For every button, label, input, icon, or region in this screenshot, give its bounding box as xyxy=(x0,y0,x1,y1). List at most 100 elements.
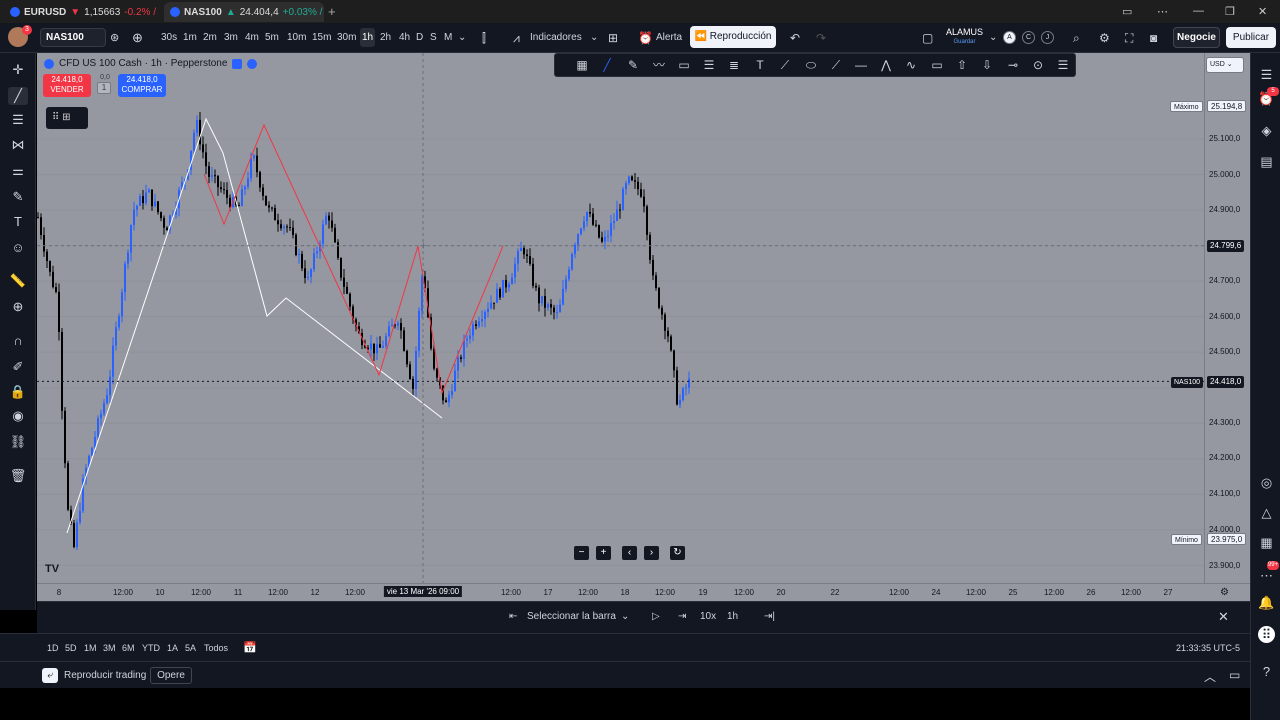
zoom-in-icon[interactable]: ⊕ xyxy=(8,298,28,316)
range-5d[interactable]: 5D xyxy=(65,643,77,653)
range-5a[interactable]: 5A xyxy=(185,643,196,653)
reset-chart-button[interactable]: ↻ xyxy=(670,546,685,560)
time-axis-settings-icon[interactable]: ⚙ xyxy=(1220,587,1229,598)
brush-icon[interactable]: ✎ xyxy=(8,188,28,206)
replay-speed[interactable]: 10x xyxy=(700,611,716,622)
clock-display[interactable]: 21:33:35 UTC-5 xyxy=(1176,643,1240,653)
curve-tool-icon[interactable]: ∿ xyxy=(902,57,920,73)
timeframe-1h[interactable]: 1h xyxy=(360,28,376,47)
crosshair-icon[interactable]: ✛ xyxy=(8,61,28,79)
minimize-icon[interactable]: — xyxy=(1193,5,1204,17)
timeframe-3m[interactable]: 3m xyxy=(222,28,240,47)
replay-indicator-icon[interactable] xyxy=(247,58,258,69)
select-bar-dropdown-icon[interactable]: ⌄ xyxy=(621,611,629,622)
quantity-field[interactable]: 1 xyxy=(97,82,111,94)
chat-icon[interactable]: ▤ xyxy=(1258,153,1275,170)
ray-tool-icon[interactable]: ⟋ xyxy=(776,57,794,73)
apps-grid-icon[interactable]: ⠿ xyxy=(1258,626,1275,643)
trade-button[interactable]: Negocie xyxy=(1173,27,1220,48)
eye-icon[interactable]: ◉ xyxy=(8,407,28,425)
text-tool-icon[interactable]: T xyxy=(751,57,769,73)
timeframe-s[interactable]: S xyxy=(428,28,439,47)
indicators-button[interactable]: Indicadores xyxy=(530,29,582,47)
range-6m[interactable]: 6M xyxy=(122,643,135,653)
timeframe-2m[interactable]: 2m xyxy=(201,28,219,47)
user-circle-a[interactable]: A xyxy=(1003,31,1016,44)
stay-drawing-icon[interactable]: ✐ xyxy=(8,358,28,376)
timeframe-d[interactable]: D xyxy=(414,28,425,47)
publish-button[interactable]: Publicar xyxy=(1226,27,1276,48)
alert-button[interactable]: Alerta xyxy=(656,29,682,47)
zigzag-white-line[interactable] xyxy=(66,117,443,534)
candlestick-chart[interactable]: + xyxy=(37,53,1204,583)
fibonacci-icon[interactable]: ☰ xyxy=(8,111,28,129)
replay-button[interactable]: ⏪ Reproducción xyxy=(690,26,776,48)
scroll-left-button[interactable]: ‹ xyxy=(622,546,637,560)
link-icon[interactable]: ⛓ xyxy=(8,433,28,451)
target-icon[interactable]: ◎ xyxy=(1258,474,1275,491)
range-1d[interactable]: 1D xyxy=(47,643,59,653)
replay-interval[interactable]: 1h xyxy=(727,611,738,622)
close-window-icon[interactable]: ✕ xyxy=(1258,5,1267,18)
brush-tool-icon[interactable]: ✎ xyxy=(624,57,642,73)
price-chart[interactable]: + xyxy=(37,53,1204,583)
layout-icon[interactable]: ▢ xyxy=(922,29,933,47)
maximize-icon[interactable]: ❐ xyxy=(1225,5,1235,18)
calendar-panel-icon[interactable]: ▦ xyxy=(1258,534,1275,551)
timeframe-30m[interactable]: 30m xyxy=(335,28,358,47)
range-ytd[interactable]: YTD xyxy=(142,643,160,653)
more-icon[interactable]: ⋯ xyxy=(1157,5,1168,18)
horizontal-line-icon[interactable]: — xyxy=(852,57,870,73)
chart-type-icon[interactable]: ⫿ xyxy=(482,29,486,47)
layout-dropdown-icon[interactable]: ⌄ xyxy=(989,29,997,47)
watchlist-icon[interactable]: ☰ xyxy=(1258,66,1275,83)
replay-trading-tab[interactable]: Reproducir trading xyxy=(64,670,146,681)
symbol-type-icon[interactable]: ⊛ xyxy=(110,29,119,47)
compare-add-icon[interactable]: ⊕ xyxy=(132,29,143,47)
select-bar-icon[interactable]: ⇤ xyxy=(509,611,517,622)
layout-name[interactable]: ALAMUS Guardar xyxy=(946,27,983,47)
cast-icon[interactable]: ▭ xyxy=(1122,5,1132,18)
ellipse-tool-icon[interactable]: ⬭ xyxy=(802,57,820,73)
text-icon[interactable]: T xyxy=(8,213,28,231)
timeframe-4m[interactable]: 4m xyxy=(243,28,261,47)
forecast-icon[interactable]: ⚌ xyxy=(8,162,28,180)
legend-title[interactable]: CFD US 100 Cash · 1h · Pepperstone xyxy=(59,58,227,69)
zigzag-red-line[interactable] xyxy=(203,123,504,395)
jump-to-realtime-icon[interactable]: ⇥| xyxy=(764,611,775,622)
lock-icon[interactable]: 🔒 xyxy=(8,383,28,401)
zoom-in-button[interactable]: + xyxy=(596,546,611,560)
timeframe-dropdown-icon[interactable]: ⌄ xyxy=(458,29,466,47)
redo-icon[interactable]: ↷ xyxy=(816,29,826,47)
maximize-panel-icon[interactable]: ▭ xyxy=(1229,668,1240,682)
user-circle-j[interactable]: J xyxy=(1041,31,1054,44)
timeframe-1m[interactable]: 1m xyxy=(181,28,199,47)
buy-button[interactable]: 24.418,0 COMPRAR xyxy=(118,74,166,97)
help-icon[interactable]: ? xyxy=(1258,663,1275,680)
step-forward-icon[interactable]: ⇥ xyxy=(678,611,686,622)
undo-icon[interactable]: ↶ xyxy=(790,29,800,47)
ideas-icon[interactable]: △ xyxy=(1258,504,1275,521)
trend-line-icon[interactable]: ╱ xyxy=(8,87,28,105)
object-tree-icon[interactable]: ⊞ xyxy=(62,112,70,123)
timeframe-10m[interactable]: 10m xyxy=(285,28,308,47)
path-tool-icon[interactable]: 〰 xyxy=(650,57,668,73)
line-tool-icon[interactable]: ╱ xyxy=(598,57,616,73)
currency-select[interactable]: USD ⌄ xyxy=(1206,57,1244,73)
timeframe-30s[interactable]: 30s xyxy=(159,28,179,47)
emoji-icon[interactable]: ☺ xyxy=(8,239,28,257)
trash-icon[interactable]: 🗑 xyxy=(8,467,28,485)
opere-button[interactable]: Opere xyxy=(150,667,192,684)
timeframe-m[interactable]: M xyxy=(442,28,454,47)
callout-tool-icon[interactable]: ▭ xyxy=(928,57,946,73)
range-1a[interactable]: 1A xyxy=(167,643,178,653)
zoom-out-button[interactable]: − xyxy=(574,546,589,560)
arc-tool-icon[interactable]: ⟋ xyxy=(827,57,845,73)
camera-icon[interactable]: ◙ xyxy=(1150,29,1157,47)
ruler-icon[interactable]: 📏 xyxy=(8,272,28,290)
object-tree-toggle[interactable]: ⠿ ⊞ xyxy=(46,107,88,129)
price-axis[interactable]: 25.100,0 25.000,0 24.900,0 24.700,0 24.600,0… xyxy=(1204,53,1250,583)
search-icon[interactable]: ⌕ xyxy=(1073,29,1080,47)
browser-tab-eurusd[interactable]: EURUSD ▼ 1,15663 -0.2% / A ✕ xyxy=(4,2,158,22)
scroll-right-button[interactable]: › xyxy=(644,546,659,560)
